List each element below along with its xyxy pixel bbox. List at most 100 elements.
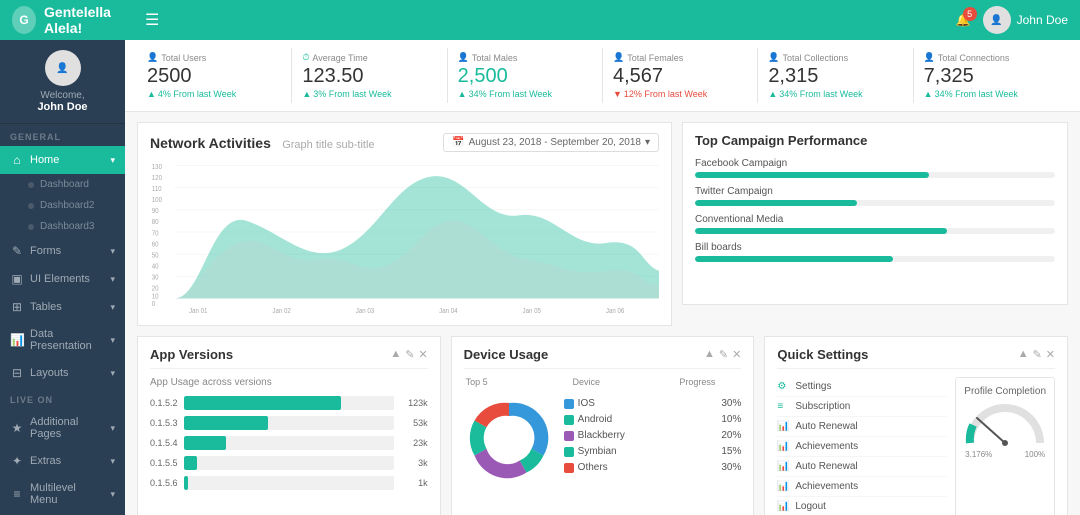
settings-item-logout[interactable]: 📊 Logout [777,497,947,515]
device-item-blackberry: Blackberry 20% [564,430,742,441]
version-count-5: 1k [400,478,428,488]
svg-text:Jan 02: Jan 02 [272,307,291,315]
device-usage-pin-icon[interactable]: ✎ [719,348,728,361]
svg-text:0: 0 [152,301,156,309]
device-col-top5: Top 5 [466,377,573,387]
symbian-label: Symbian [578,446,710,457]
sidebar-item-layouts[interactable]: ⊟ Layouts ▾ [0,359,125,387]
connections-icon: 👤 [924,52,935,63]
quick-settings-controls: ▲ ✎ ✕ [1018,348,1055,361]
settings-item-achievements2[interactable]: 📊 Achievements [777,477,947,497]
sidebar-item-multilevel[interactable]: ≡ Multilevel Menu ▾ [0,475,125,513]
symbian-color-dot [564,447,574,457]
multilevel-arrow-icon: ▾ [110,489,115,500]
app-versions-subtitle: App Usage across versions [150,377,428,388]
ios-pct: 30% [713,398,741,409]
tables-arrow-icon: ▾ [110,302,115,313]
campaign-conventional-bar-fill [695,228,947,234]
user-menu[interactable]: 👤 John Doe [983,6,1068,34]
campaign-item-facebook: Facebook Campaign [695,158,1055,178]
device-donut-chart [464,393,554,483]
forms-arrow-icon: ▾ [110,246,115,257]
version-bar-fill-2 [184,416,268,430]
svg-text:70: 70 [152,230,159,238]
settings-item-achievements1-label: Achievements [795,441,858,452]
sidebar-item-forms[interactable]: ✎ Forms ▾ [0,237,125,265]
device-item-symbian: Symbian 15% [564,446,742,457]
gauge-svg [965,403,1045,448]
sidebar-item-dashboard[interactable]: Dashboard [0,174,125,195]
sidebar-item-tables[interactable]: ⊞ Tables ▾ [0,293,125,321]
notification-count: 5 [963,7,977,21]
ui-icon: ▣ [10,272,24,286]
content-grid: Network Activities Graph title sub-title… [125,112,1080,515]
network-chart-area: 130 120 110 100 90 80 70 60 50 40 30 [150,160,659,315]
campaign-conventional-bar-bg [695,228,1055,234]
profile-completion-title: Profile Completion [964,386,1046,397]
content-area: 👤Total Users 2500 ▲4% From last Week ⏱Av… [125,40,1080,515]
brand-name: Gentelella Alela! [44,4,137,36]
brand-icon: G [12,6,36,34]
multilevel-icon: ≡ [10,487,24,501]
settings-item-achievements1[interactable]: 📊 Achievements [777,437,947,457]
device-col-progress: Progress [679,377,739,387]
quick-settings-card: Quick Settings ▲ ✎ ✕ ⚙ Settings [764,336,1068,515]
sidebar-item-extras[interactable]: ✦ Extras ▾ [0,447,125,475]
sidebar-item-home[interactable]: ⌂ Home ▾ [0,146,125,174]
gauge-min-label: 3.176% [965,450,992,459]
version-label-2: 0.1.5.3 [150,418,178,428]
settings-item-autorenewal2[interactable]: 📊 Auto Renewal [777,457,947,477]
settings-item-autorenewal1[interactable]: 📊 Auto Renewal [777,417,947,437]
top-campaign-card: Top Campaign Performance Facebook Campai… [682,122,1068,305]
sidebar-item-additional[interactable]: ★ Additional Pages ▾ [0,409,125,447]
device-usage-up-icon[interactable]: ▲ [704,348,715,361]
svg-text:40: 40 [152,263,159,271]
network-chart-svg: 130 120 110 100 90 80 70 60 50 40 30 [150,160,659,315]
device-usage-controls: ▲ ✎ ✕ [704,348,741,361]
main-layout: 👤 Welcome, John Doe GENERAL ⌂ Home ▾ Das… [0,40,1080,515]
others-pct: 30% [713,462,741,473]
dashboard-label: Dashboard [40,179,89,190]
device-item-others: Others 30% [564,462,742,473]
notification-bell[interactable]: 🔔 5 [956,13,971,27]
version-label-3: 0.1.5.4 [150,438,178,448]
version-count-3: 23k [400,438,428,448]
campaign-billboard-bar-fill [695,256,893,262]
sidebar-item-ui-elements[interactable]: ▣ UI Elements ▾ [0,265,125,293]
device-usage-card: Device Usage ▲ ✎ ✕ Top 5 Device Progress [451,336,755,515]
app-versions-up-icon[interactable]: ▲ [390,348,401,361]
app-versions-close-icon[interactable]: ✕ [418,348,427,361]
gauge-chart [965,403,1045,448]
date-picker[interactable]: 📅 August 23, 2018 - September 20, 2018 ▾ [443,133,659,152]
sidebar-item-dashboard3[interactable]: Dashboard3 [0,216,125,237]
version-row-2: 0.1.5.3 53k [150,416,428,430]
quick-settings-up-icon[interactable]: ▲ [1018,348,1029,361]
version-row-3: 0.1.5.4 23k [150,436,428,450]
settings-item-logout-label: Logout [795,501,826,512]
additional-arrow-icon: ▾ [110,423,115,434]
sidebar-item-data-presentation[interactable]: 📊 Data Presentation ▾ [0,321,125,359]
svg-text:50: 50 [152,252,159,260]
menu-toggle-icon[interactable]: ☰ [145,10,159,30]
settings-item-subscription[interactable]: ≡ Subscription [777,397,947,417]
user-name: John Doe [1017,13,1068,27]
settings-item-achievements2-label: Achievements [795,481,858,492]
date-picker-arrow-icon: ▾ [645,137,650,148]
quick-settings-pin-icon[interactable]: ✎ [1033,348,1042,361]
up-arrow-icon: ▲ [924,89,933,99]
app-versions-controls: ▲ ✎ ✕ [390,348,427,361]
version-bar-fill-1 [184,396,341,410]
layouts-arrow-icon: ▾ [110,368,115,379]
logout-icon: 📊 [777,501,789,512]
campaign-item-billboard: Bill boards [695,242,1055,262]
device-usage-close-icon[interactable]: ✕ [732,348,741,361]
sidebar-item-dashboard2[interactable]: Dashboard2 [0,195,125,216]
data-arrow-icon: ▾ [110,335,115,346]
chart-title: Network Activities [150,135,271,151]
extras-icon: ✦ [10,454,24,468]
svg-text:110: 110 [152,185,162,193]
quick-settings-close-icon[interactable]: ✕ [1046,348,1055,361]
app-versions-pin-icon[interactable]: ✎ [405,348,414,361]
campaign-conventional-label: Conventional Media [695,214,1055,225]
settings-item-settings[interactable]: ⚙ Settings [777,377,947,397]
